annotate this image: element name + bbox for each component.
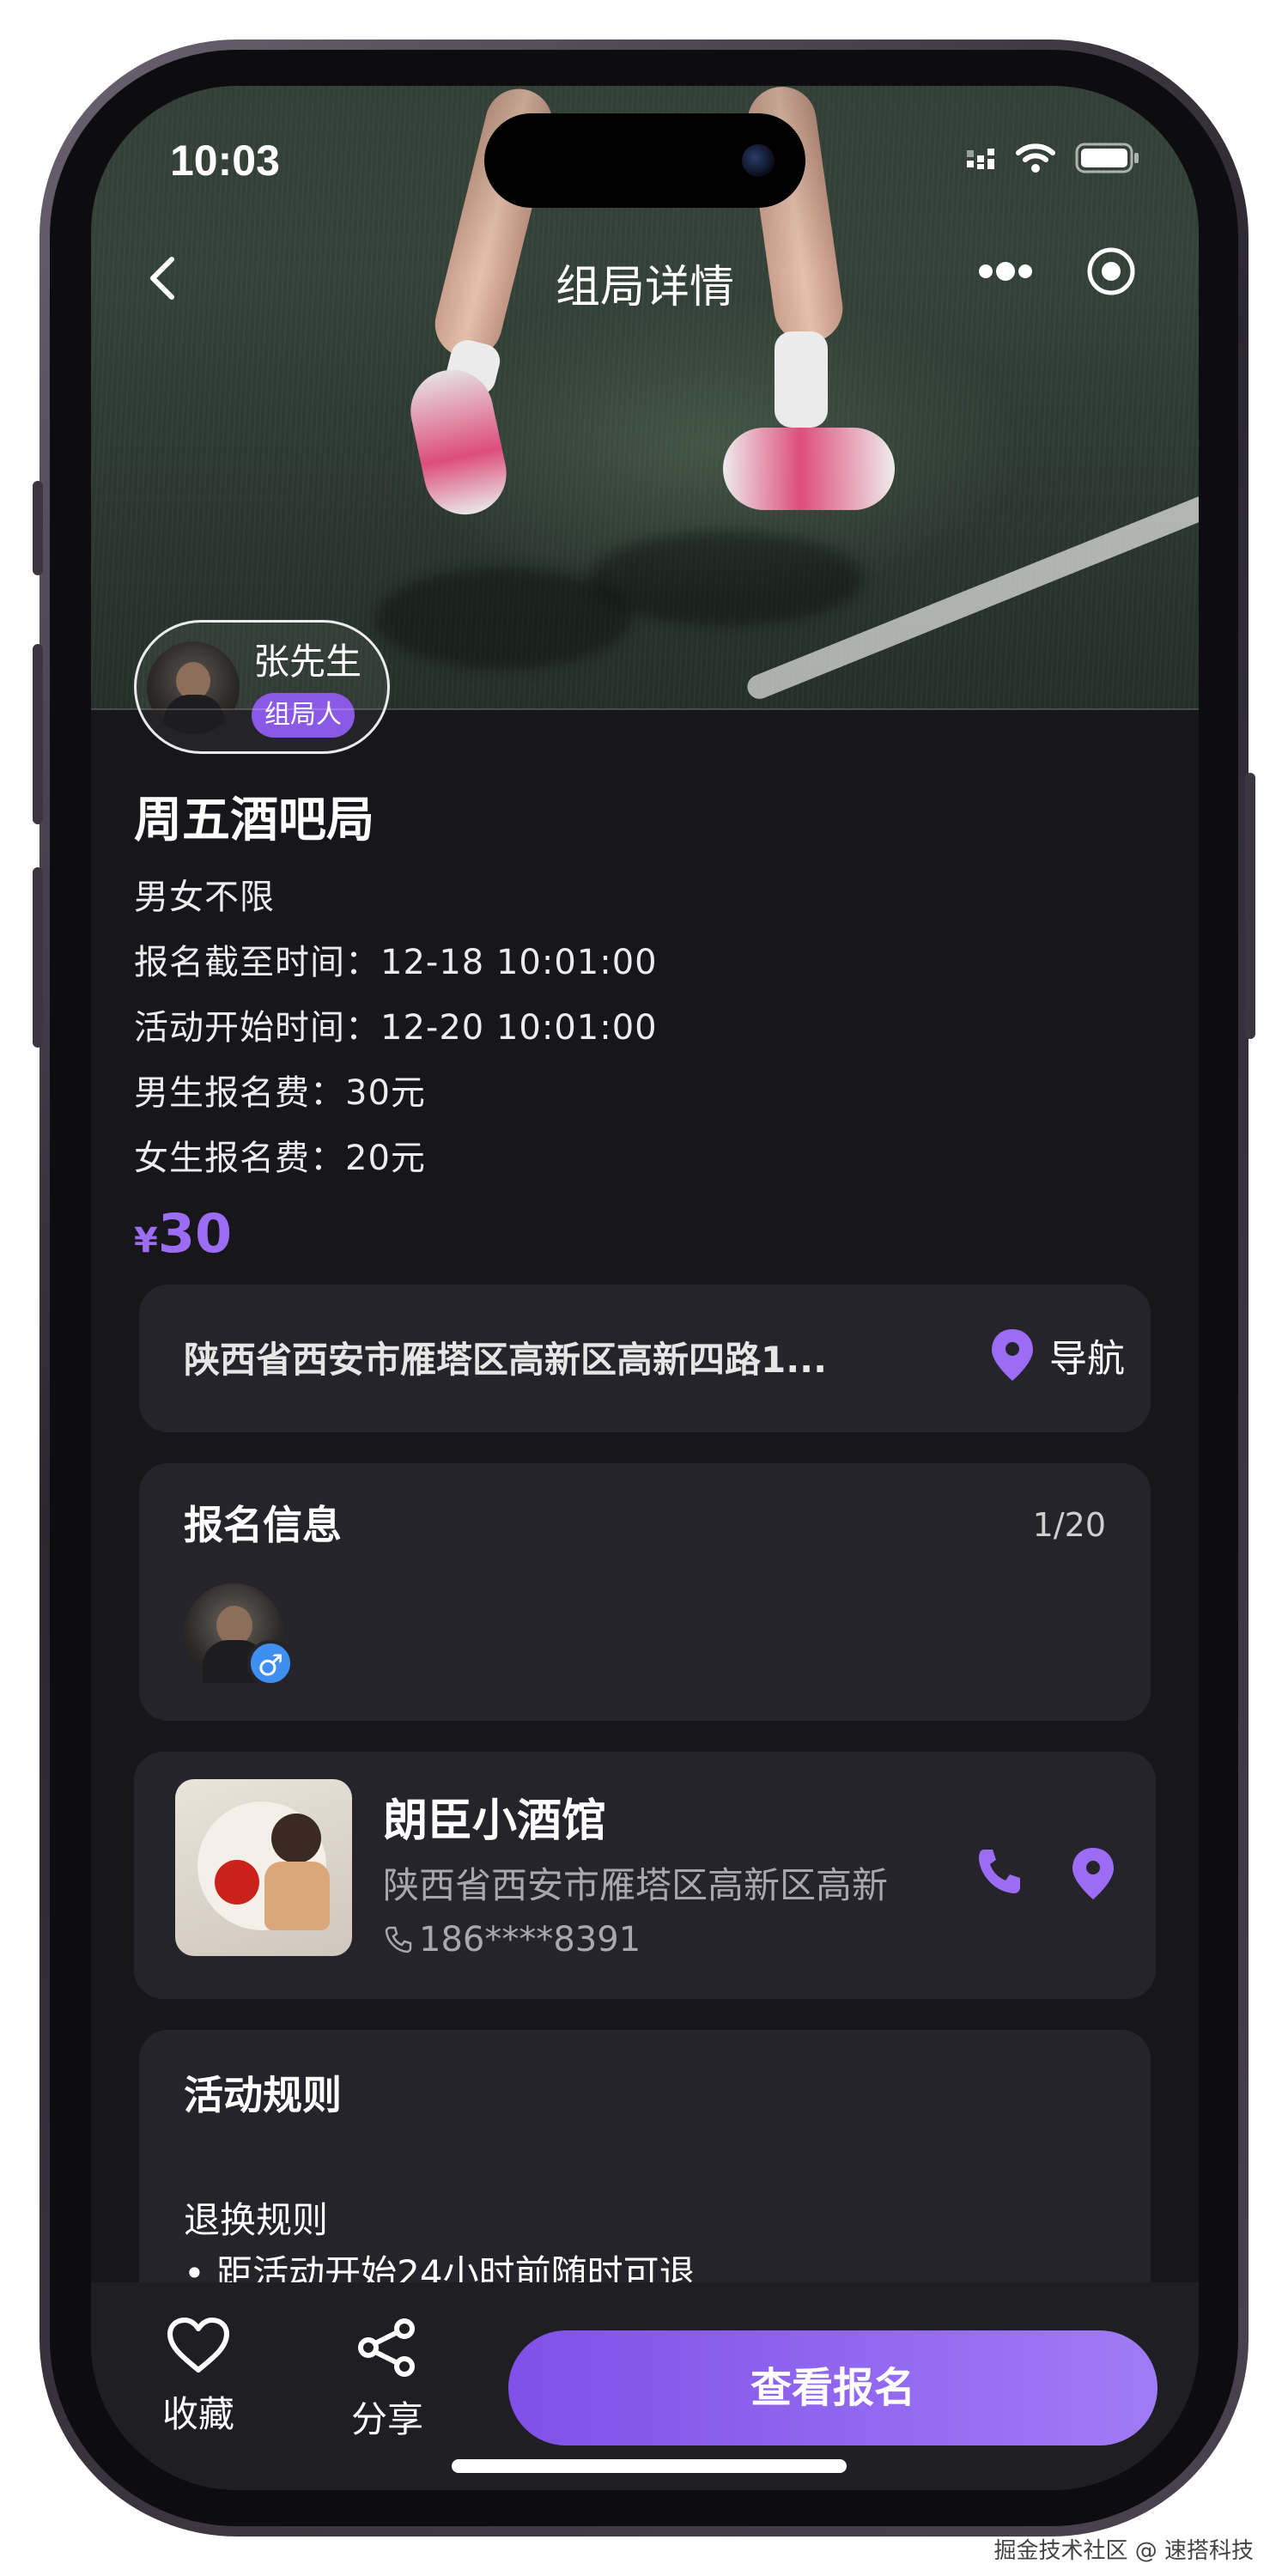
favorite-label: 收藏 xyxy=(161,2393,234,2435)
venue-name: 朗臣小酒馆 xyxy=(383,1795,607,1847)
phone-outline-icon xyxy=(385,1926,412,1953)
power-button xyxy=(1245,773,1255,1039)
view-registration-button[interactable]: 查看报名 xyxy=(508,2330,1157,2445)
heart-icon xyxy=(167,2318,229,2372)
close-target-icon[interactable] xyxy=(1085,246,1137,297)
venue-address: 陕西省西安市雁塔区高新区高新 xyxy=(383,1864,889,1906)
organizer-name: 张先生 xyxy=(253,641,362,683)
refund-rule-title: 退换规则 xyxy=(184,2199,329,2241)
dynamic-island xyxy=(484,113,805,208)
event-title: 周五酒吧局 xyxy=(134,793,374,848)
venue-image-figure-head xyxy=(271,1814,321,1863)
address-card[interactable]: 陕西省西安市雁塔区高新区高新四路1... 导航 xyxy=(139,1285,1151,1432)
currency-symbol: ¥ xyxy=(134,1221,158,1261)
rules-title: 活动规则 xyxy=(184,2072,342,2118)
female-fee: 女生报名费：20元 xyxy=(134,1139,426,1178)
male-gender-icon: ♂ xyxy=(247,1640,294,1686)
avatar-body xyxy=(164,695,224,734)
venue-phone: 186****8391 xyxy=(383,1920,641,1959)
navigate-label: 导航 xyxy=(1049,1337,1125,1381)
cover-divider xyxy=(91,708,1199,710)
home-indicator[interactable] xyxy=(452,2459,847,2473)
mute-switch xyxy=(33,481,43,575)
more-icon[interactable] xyxy=(977,261,1034,282)
share-button[interactable]: 分享 xyxy=(280,2317,495,2443)
registration-deadline: 报名截至时间：12-18 10:01:00 xyxy=(134,943,658,982)
share-label: 分享 xyxy=(350,2398,423,2440)
venue-image-red-dot xyxy=(215,1860,259,1905)
registration-card: 报名信息 1/20 ♂ xyxy=(139,1463,1151,1721)
organizer-chip[interactable]: 张先生 组局人 xyxy=(134,620,390,754)
event-price: ¥30 xyxy=(134,1202,232,1265)
share-icon xyxy=(358,2318,415,2377)
organizer-role-badge: 组局人 xyxy=(252,693,355,738)
organizer-avatar xyxy=(147,641,240,734)
battery-icon xyxy=(1075,143,1139,173)
venue-image xyxy=(175,1779,352,1956)
signal-icon xyxy=(967,149,994,169)
watermark: 掘金技术社区 @ 速搭科技 xyxy=(993,2538,1254,2564)
venue-image-figure-body xyxy=(264,1862,330,1930)
price-value: 30 xyxy=(157,1202,233,1265)
venue-location-icon[interactable] xyxy=(1070,1846,1116,1901)
navigate-button[interactable]: 导航 xyxy=(989,1327,1125,1382)
location-pin-icon xyxy=(992,1329,1033,1381)
status-icons xyxy=(967,143,1140,173)
event-start-time: 活动开始时间：12-20 10:01:00 xyxy=(134,1008,658,1048)
wifi-icon xyxy=(1016,143,1055,173)
venue-card[interactable]: 朗臣小酒馆 陕西省西安市雁塔区高新区高新 186****8391 xyxy=(134,1752,1156,1999)
event-address: 陕西省西安市雁塔区高新区高新四路1... xyxy=(184,1339,828,1381)
male-fee: 男生报名费：30元 xyxy=(134,1073,426,1113)
registration-count: 1/20 xyxy=(1032,1506,1106,1544)
volume-up-button xyxy=(33,644,43,824)
volume-down-button xyxy=(33,867,43,1048)
venue-actions xyxy=(975,1846,1116,1901)
favorite-button[interactable]: 收藏 xyxy=(91,2317,306,2438)
mini-program-capsule xyxy=(977,246,1137,297)
status-time: 10:03 xyxy=(170,137,280,185)
venue-phone-number: 186****8391 xyxy=(419,1920,641,1959)
gender-requirement: 男女不限 xyxy=(134,878,275,917)
registration-title: 报名信息 xyxy=(184,1502,342,1548)
camera-icon xyxy=(742,144,775,177)
call-icon[interactable] xyxy=(975,1846,1024,1898)
app-screen: 10:03 组局详情 张先生 组局人 周五酒吧局 男女不限 报名截至时间：12-… xyxy=(91,86,1199,2490)
